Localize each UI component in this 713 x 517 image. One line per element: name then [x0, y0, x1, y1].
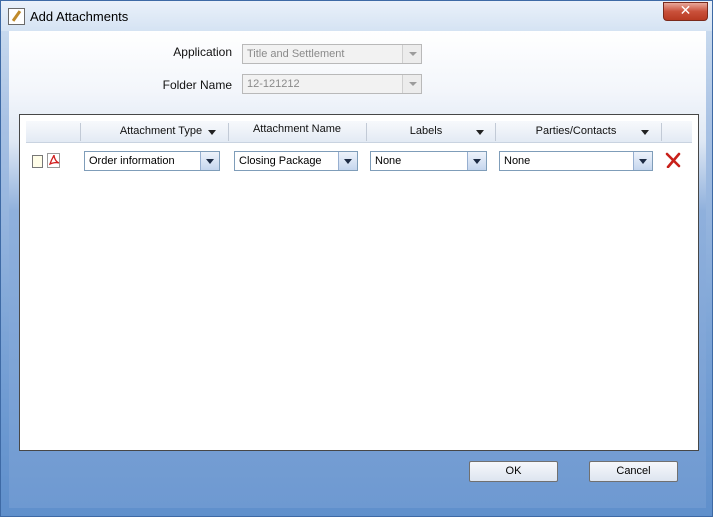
- column-separator: [228, 123, 229, 141]
- chevron-down-icon[interactable]: [633, 152, 652, 170]
- labels-dropdown[interactable]: None: [370, 151, 487, 171]
- folder-name-value: 12-121212: [247, 78, 300, 90]
- attachment-type-dropdown[interactable]: Order information: [84, 151, 220, 171]
- application-value: Title and Settlement: [247, 48, 345, 60]
- ok-button[interactable]: OK: [469, 461, 558, 482]
- application-label: Application: [173, 45, 232, 59]
- column-separator: [366, 123, 367, 141]
- attachment-name-value: Closing Package: [239, 155, 322, 167]
- column-separator: [661, 123, 662, 141]
- chevron-down-icon: [402, 75, 421, 93]
- labels-value: None: [375, 155, 402, 167]
- header-attachment-name[interactable]: Attachment Name: [232, 123, 362, 135]
- header-parties-contacts[interactable]: Parties/Contacts: [501, 125, 651, 137]
- chevron-down-icon: [402, 45, 421, 63]
- pdf-icon[interactable]: [47, 153, 61, 168]
- header-labels[interactable]: Labels: [371, 125, 481, 137]
- folder-name-combo: 12-121212: [242, 74, 422, 94]
- chevron-down-icon[interactable]: [200, 152, 219, 170]
- window-title: Add Attachments: [30, 9, 129, 24]
- add-attachments-dialog: Add Attachments ✕ Application Title and …: [0, 0, 713, 517]
- sort-arrow-icon[interactable]: [476, 130, 484, 135]
- sort-arrow-icon[interactable]: [641, 130, 649, 135]
- application-combo: Title and Settlement: [242, 44, 422, 64]
- chevron-down-icon[interactable]: [338, 152, 357, 170]
- delete-x-icon[interactable]: [665, 152, 681, 168]
- column-separator: [80, 123, 81, 141]
- edit-document-icon: [8, 8, 25, 25]
- close-button[interactable]: ✕: [663, 2, 708, 21]
- document-icon[interactable]: [32, 155, 43, 168]
- folder-name-label: Folder Name: [162, 78, 232, 92]
- title-bar[interactable]: Add Attachments: [1, 1, 712, 31]
- parties-contacts-dropdown[interactable]: None: [499, 151, 653, 171]
- column-separator: [495, 123, 496, 141]
- chevron-down-icon[interactable]: [467, 152, 486, 170]
- grid-header: Attachment Type Attachment Name Labels P…: [26, 121, 692, 143]
- parties-contacts-value: None: [504, 155, 531, 167]
- sort-arrow-icon[interactable]: [208, 130, 216, 135]
- cancel-button[interactable]: Cancel: [589, 461, 678, 482]
- attachment-type-value: Order information: [89, 155, 175, 167]
- attachment-name-dropdown[interactable]: Closing Package: [234, 151, 358, 171]
